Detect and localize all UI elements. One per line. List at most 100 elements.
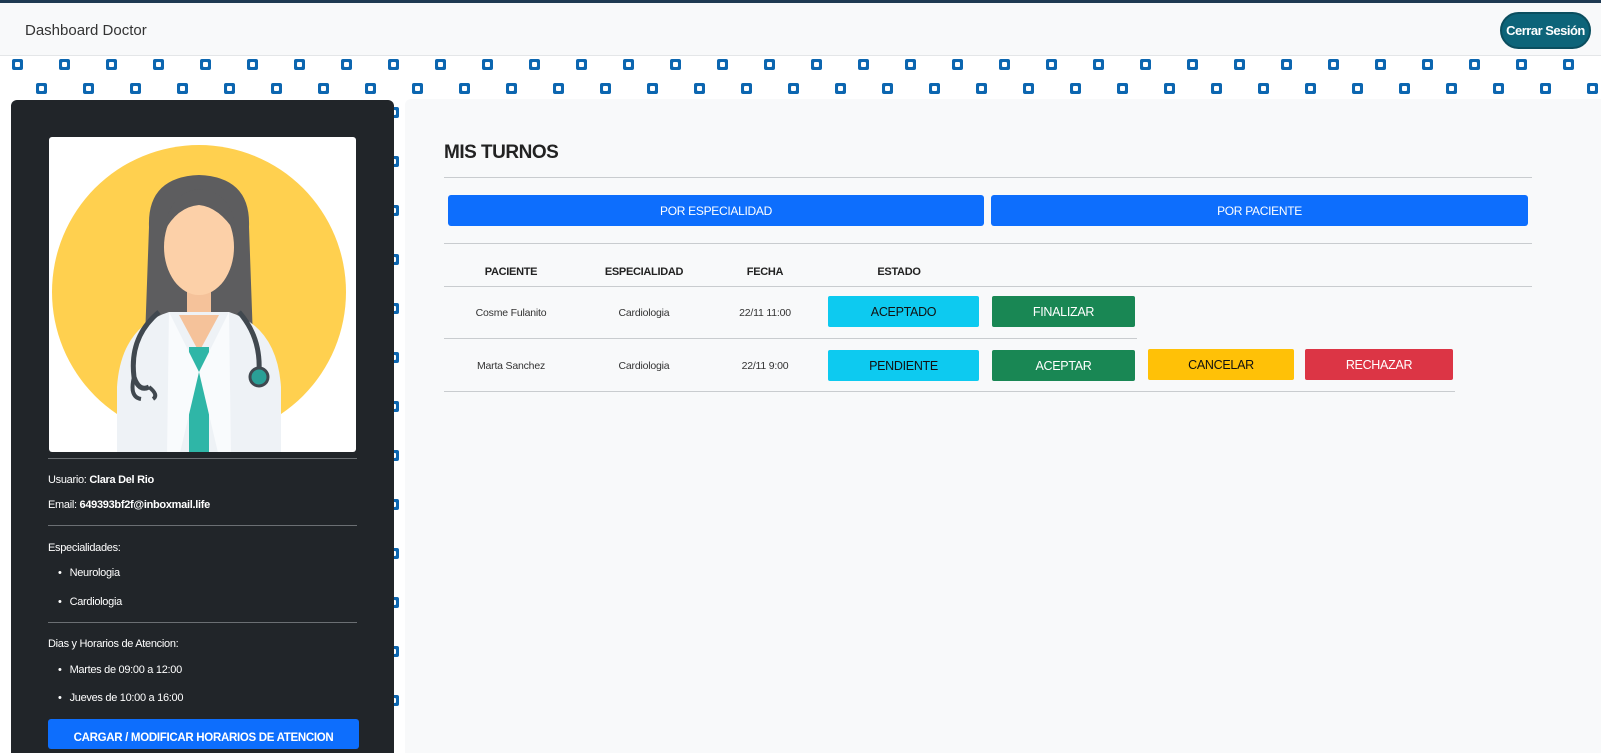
pattern-square bbox=[106, 59, 117, 70]
divider bbox=[444, 286, 1532, 287]
divider bbox=[444, 177, 1532, 178]
pattern-square bbox=[271, 83, 282, 94]
cancel-button[interactable]: CANCELAR bbox=[1148, 349, 1294, 380]
pattern-square bbox=[976, 83, 987, 94]
pattern-square bbox=[1493, 83, 1504, 94]
specialty-item: Neurologia bbox=[58, 567, 121, 579]
pattern-square bbox=[318, 83, 329, 94]
pattern-square bbox=[294, 59, 305, 70]
logout-button[interactable]: Cerrar Sesión bbox=[1500, 12, 1591, 49]
pattern-square bbox=[506, 83, 517, 94]
pattern-square bbox=[835, 83, 846, 94]
app-title: Dashboard Doctor bbox=[25, 22, 147, 39]
pattern-square bbox=[1375, 59, 1386, 70]
pattern-square bbox=[882, 83, 893, 94]
pattern-square bbox=[1328, 59, 1339, 70]
pattern-square bbox=[153, 59, 164, 70]
top-navbar: Dashboard Doctor Cerrar Sesión bbox=[0, 0, 1601, 56]
pattern-square bbox=[1399, 83, 1410, 94]
divider bbox=[48, 458, 357, 459]
pattern-square bbox=[1046, 59, 1057, 70]
pattern-square bbox=[694, 83, 705, 94]
pattern-square bbox=[647, 83, 658, 94]
doctor-illustration bbox=[52, 145, 346, 452]
cell-fecha: 22/11 9:00 bbox=[741, 360, 789, 372]
status-badge: PENDIENTE bbox=[828, 350, 979, 381]
user-email: 649393bf2f@inboxmail.life bbox=[79, 499, 211, 511]
user-name: Clara Del Rio bbox=[89, 474, 154, 486]
pattern-square bbox=[36, 83, 47, 94]
schedule-item: Jueves de 10:00 a 16:00 bbox=[58, 692, 184, 704]
pattern-square bbox=[858, 59, 869, 70]
pattern-square bbox=[83, 83, 94, 94]
column-header-especialidad: ESPECIALIDAD bbox=[604, 266, 684, 278]
pattern-square bbox=[1587, 83, 1598, 94]
pattern-square bbox=[1234, 59, 1245, 70]
pattern-square bbox=[1516, 59, 1527, 70]
pattern-square bbox=[529, 59, 540, 70]
pattern-square bbox=[224, 83, 235, 94]
pattern-square bbox=[623, 59, 634, 70]
divider bbox=[48, 622, 357, 623]
pattern-square bbox=[1093, 59, 1104, 70]
cell-fecha: 22/11 11:00 bbox=[739, 307, 791, 319]
pattern-square bbox=[1563, 59, 1574, 70]
pattern-square bbox=[365, 83, 376, 94]
pattern-square bbox=[459, 83, 470, 94]
accept-button[interactable]: ACEPTAR bbox=[992, 350, 1135, 381]
pattern-square bbox=[741, 83, 752, 94]
pattern-square bbox=[1305, 83, 1316, 94]
cell-paciente: Marta Sanchez bbox=[476, 360, 546, 372]
pattern-square bbox=[1258, 83, 1269, 94]
pattern-square bbox=[1164, 83, 1175, 94]
schedule-item: Martes de 09:00 a 12:00 bbox=[58, 664, 183, 676]
pattern-square bbox=[811, 59, 822, 70]
divider bbox=[444, 243, 1532, 244]
reject-button[interactable]: RECHAZAR bbox=[1305, 349, 1453, 380]
specialty-item: Cardiologia bbox=[58, 596, 123, 608]
finalize-button[interactable]: FINALIZAR bbox=[992, 296, 1135, 327]
pattern-square bbox=[1070, 83, 1081, 94]
pattern-square bbox=[553, 83, 564, 94]
column-header-estado: ESTADO bbox=[877, 266, 921, 278]
edit-schedule-button[interactable]: CARGAR / MODIFICAR HORARIOS DE ATENCION bbox=[48, 719, 359, 749]
pattern-square bbox=[576, 59, 587, 70]
pattern-square bbox=[1446, 83, 1457, 94]
page-title: MIS TURNOS bbox=[444, 142, 559, 163]
pattern-square bbox=[1422, 59, 1433, 70]
user-row: Usuario: Clara Del Rio bbox=[48, 474, 154, 486]
pattern-square bbox=[1117, 83, 1128, 94]
filter-by-specialty-button[interactable]: POR ESPECIALIDAD bbox=[448, 195, 984, 226]
pattern-square bbox=[600, 83, 611, 94]
pattern-square bbox=[717, 59, 728, 70]
row-divider bbox=[444, 391, 1455, 392]
pattern-square bbox=[670, 59, 681, 70]
pattern-square bbox=[435, 59, 446, 70]
pattern-square bbox=[1469, 59, 1480, 70]
pattern-square bbox=[200, 59, 211, 70]
pattern-square bbox=[482, 59, 493, 70]
pattern-square bbox=[247, 59, 258, 70]
pattern-square bbox=[59, 59, 70, 70]
doctor-avatar bbox=[49, 137, 356, 452]
pattern-square bbox=[952, 59, 963, 70]
pattern-square bbox=[1211, 83, 1222, 94]
pattern-square bbox=[388, 59, 399, 70]
email-row: Email: 649393bf2f@inboxmail.life bbox=[48, 499, 210, 511]
pattern-square bbox=[1140, 59, 1151, 70]
profile-sidebar: Usuario: Clara Del Rio Email: 649393bf2f… bbox=[11, 100, 394, 753]
column-header-fecha: FECHA bbox=[746, 266, 784, 278]
pattern-square bbox=[1281, 59, 1292, 70]
pattern-square bbox=[12, 59, 23, 70]
cell-especialidad: Cardiologia bbox=[618, 307, 670, 319]
pattern-square bbox=[788, 83, 799, 94]
pattern-square bbox=[341, 59, 352, 70]
filter-by-patient-button[interactable]: POR PACIENTE bbox=[991, 195, 1528, 226]
column-header-paciente: PACIENTE bbox=[484, 266, 538, 278]
divider bbox=[48, 525, 357, 526]
pattern-square bbox=[999, 59, 1010, 70]
schedule-heading: Dias y Horarios de Atencion: bbox=[48, 638, 179, 650]
pattern-square bbox=[1540, 83, 1551, 94]
pattern-square bbox=[412, 83, 423, 94]
pattern-square bbox=[929, 83, 940, 94]
